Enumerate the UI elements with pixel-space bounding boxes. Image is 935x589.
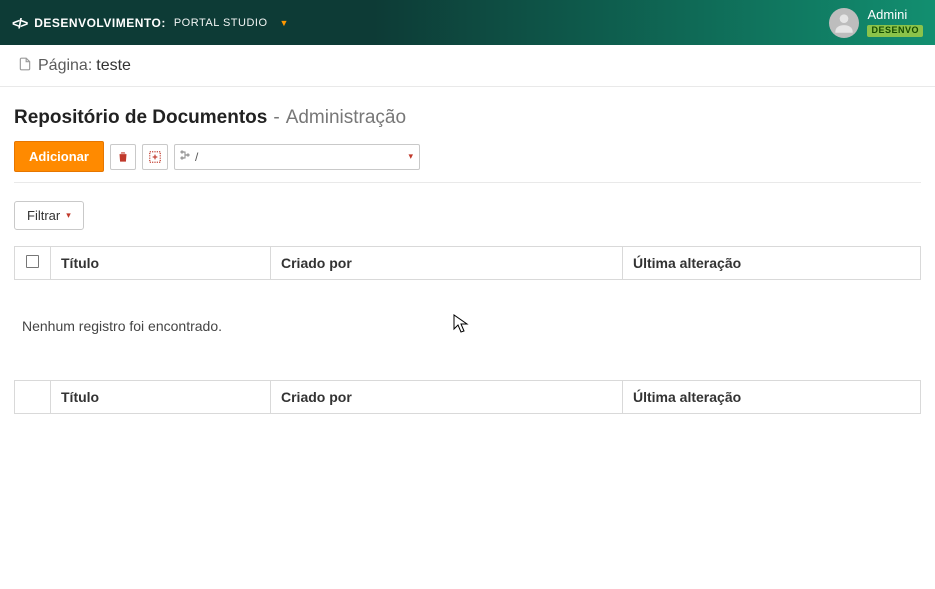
- content: Repositório de Documentos - Administraçã…: [0, 87, 935, 414]
- path-select[interactable]: / ▾: [174, 144, 420, 170]
- title-main: Repositório de Documentos: [14, 107, 267, 129]
- select-all-cell[interactable]: [15, 247, 51, 280]
- empty-message: Nenhum registro foi encontrado.: [14, 280, 921, 364]
- title-separator: -: [273, 107, 279, 129]
- code-icon: </>: [12, 15, 26, 31]
- col-title[interactable]: Título: [51, 247, 271, 280]
- title-sub: Administração: [286, 107, 406, 129]
- avatar: [829, 8, 859, 38]
- footer-blank-cell: [15, 381, 51, 414]
- page-icon: [18, 57, 32, 74]
- delete-button[interactable]: [110, 144, 136, 170]
- add-button[interactable]: Adicionar: [14, 141, 104, 172]
- table-footer-row: Título Criado por Última alteração: [15, 381, 921, 414]
- page-title: Repositório de Documentos - Administraçã…: [14, 107, 921, 129]
- col-created-by[interactable]: Criado por: [271, 247, 623, 280]
- header-left: </> DESENVOLVIMENTO: PORTAL STUDIO ▼: [12, 15, 288, 31]
- path-select-value: /: [195, 150, 198, 164]
- filter-button[interactable]: Filtrar ▾: [14, 201, 84, 230]
- user-name: Admini: [867, 8, 923, 22]
- page-prefix: Página:: [38, 57, 92, 75]
- toolbar: Adicionar / ▾: [14, 141, 921, 183]
- filter-label: Filtrar: [27, 208, 60, 223]
- portal-dropdown-caret[interactable]: ▼: [280, 18, 289, 28]
- col-title-footer: Título: [51, 381, 271, 414]
- add-item-button[interactable]: [142, 144, 168, 170]
- structure-icon: [179, 148, 191, 165]
- filter-row: Filtrar ▾: [14, 201, 921, 230]
- checkbox-icon: [26, 255, 39, 268]
- page-bar: Página: teste: [0, 45, 935, 87]
- user-area[interactable]: Admini DESENVO: [829, 8, 923, 38]
- top-header: </> DESENVOLVIMENTO: PORTAL STUDIO ▼ Adm…: [0, 0, 935, 45]
- col-last-modified[interactable]: Última alteração: [623, 247, 921, 280]
- user-text: Admini DESENVO: [867, 8, 923, 36]
- chevron-down-icon: ▾: [66, 210, 71, 221]
- col-created-by-footer: Criado por: [271, 381, 623, 414]
- col-last-modified-footer: Última alteração: [623, 381, 921, 414]
- portal-name: PORTAL STUDIO: [174, 17, 268, 29]
- data-table-header: Título Criado por Última alteração: [14, 246, 921, 280]
- page-name: teste: [96, 57, 131, 75]
- user-env-badge: DESENVO: [867, 25, 923, 37]
- data-table-footer: Título Criado por Última alteração: [14, 380, 921, 414]
- chevron-down-icon: ▾: [408, 151, 413, 162]
- environment-label: DESENVOLVIMENTO:: [34, 16, 166, 30]
- table-header-row: Título Criado por Última alteração: [15, 247, 921, 280]
